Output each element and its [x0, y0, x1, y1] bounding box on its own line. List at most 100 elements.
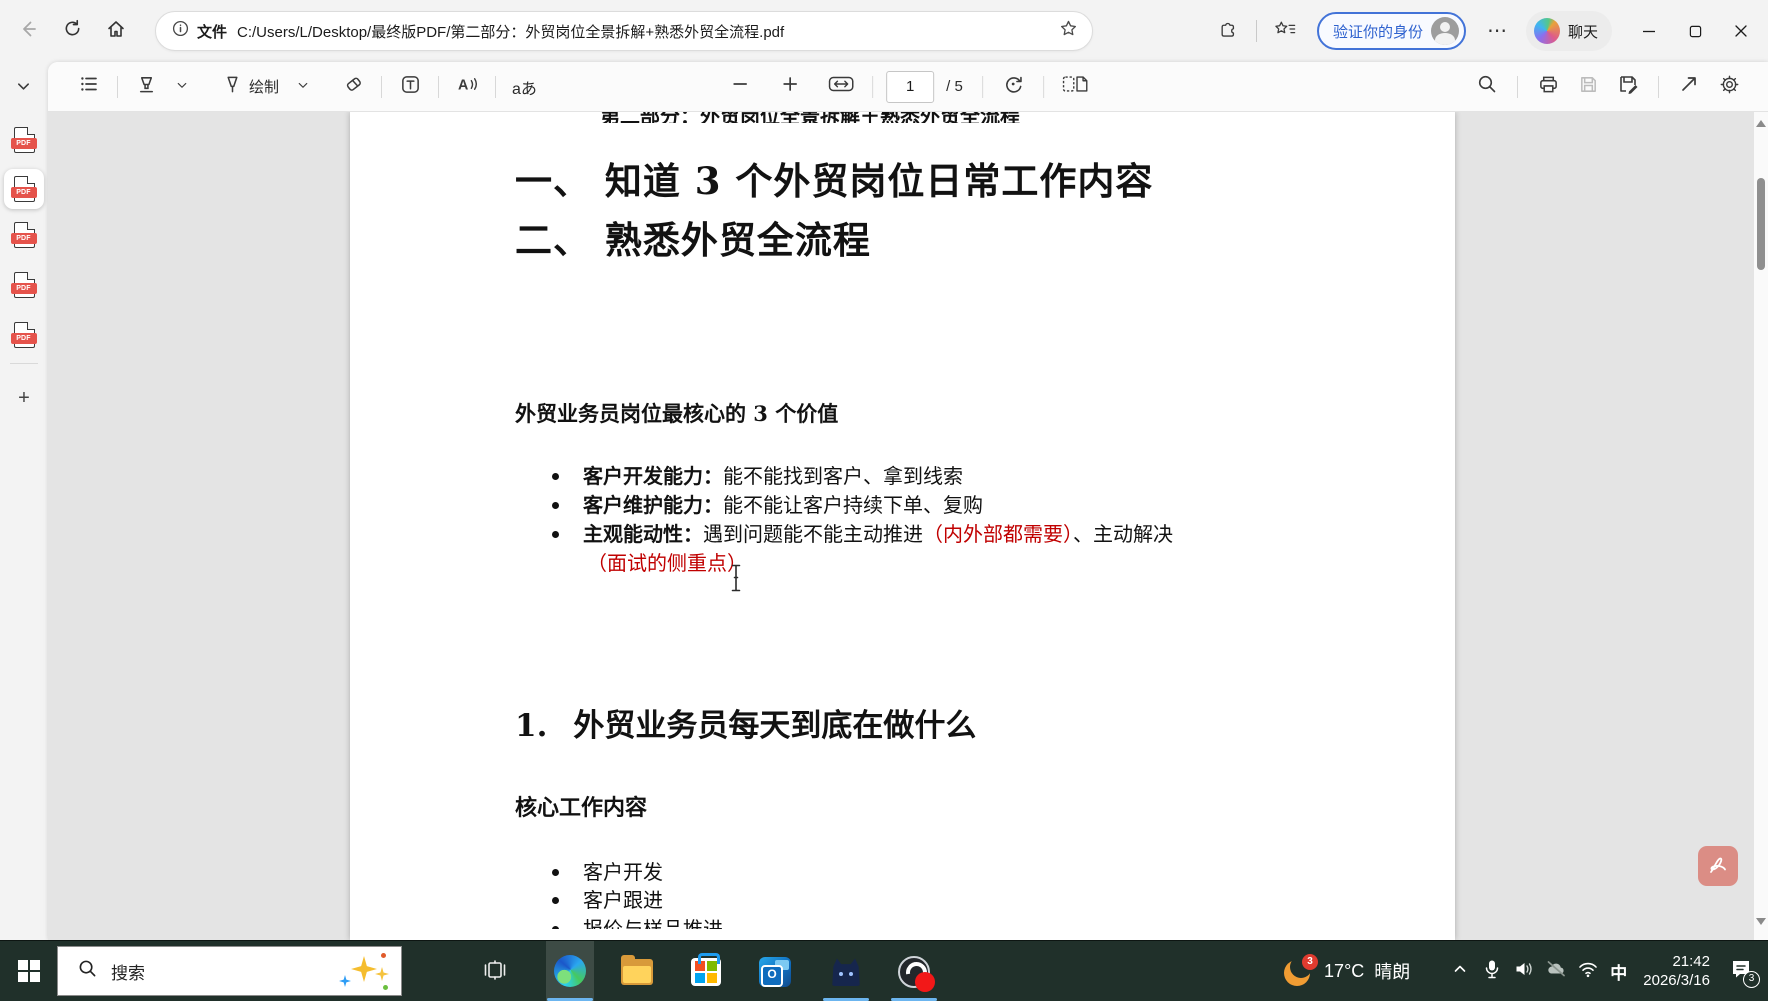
volume-tray-button[interactable]: [1509, 956, 1539, 986]
close-button[interactable]: [1718, 10, 1764, 52]
tabstrip-collapse-button[interactable]: [10, 76, 36, 102]
tab-pdf-4[interactable]: PDF: [4, 265, 44, 305]
fullscreen-button[interactable]: [1672, 70, 1706, 104]
acrobat-overlay-button[interactable]: [1698, 846, 1738, 886]
new-tab-button[interactable]: +: [10, 384, 38, 412]
print-button[interactable]: [1531, 70, 1565, 104]
clipped-text-top: 第二部分：外贸岗位全景拆解＋熟悉外贸全流程: [600, 112, 1160, 123]
favorites-button[interactable]: [1263, 11, 1307, 51]
address-bar[interactable]: 文件 C:/Users/L/Desktop/最终版PDF/第二部分：外贸岗位全景…: [155, 11, 1093, 51]
svg-text:A: A: [457, 77, 467, 93]
fit-to-width-button[interactable]: [823, 70, 859, 104]
start-button[interactable]: [14, 956, 44, 986]
translate-button[interactable]: aあ: [507, 70, 542, 104]
network-tray-button[interactable]: [1573, 956, 1603, 986]
back-button[interactable]: [6, 11, 50, 51]
task-view-button[interactable]: [476, 953, 514, 991]
taskbar-search-box[interactable]: 搜索: [57, 946, 402, 996]
save-icon: [1578, 74, 1599, 100]
save-as-icon: [1617, 73, 1639, 100]
search-document-button[interactable]: [1470, 70, 1504, 104]
bullet-dot: [552, 926, 559, 929]
outlook-icon: [759, 957, 791, 987]
doc-core-bullet-2: 客户跟进: [552, 886, 663, 915]
onedrive-tray-button[interactable]: [1541, 956, 1571, 986]
section-title: 外贸业务员每天到底在做什么: [573, 708, 976, 744]
taskbar-clock[interactable]: 21:42 2026/3/16: [1643, 952, 1710, 990]
pen-icon: [222, 74, 243, 100]
pdf-file-icon: PDF: [14, 322, 35, 348]
highlight-tool-button[interactable]: [129, 70, 163, 104]
zoom-in-button[interactable]: [773, 70, 807, 104]
content-panel: 绘制 A aあ / 5: [48, 62, 1768, 940]
scroll-down-arrow[interactable]: [1756, 918, 1766, 925]
zoom-out-button[interactable]: [723, 70, 757, 104]
extensions-button[interactable]: [1206, 11, 1250, 51]
microphone-icon: [1483, 959, 1501, 984]
taskbar-cat-app-button[interactable]: [827, 953, 865, 991]
maximize-button[interactable]: [1672, 10, 1718, 52]
fit-width-icon: [828, 74, 854, 99]
tab-pdf-5[interactable]: PDF: [4, 315, 44, 355]
page-number-input[interactable]: [886, 71, 934, 103]
settings-button[interactable]: [1712, 70, 1746, 104]
taskbar-explorer-button[interactable]: [618, 953, 656, 991]
puzzle-icon: [1218, 19, 1238, 44]
taskbar-edge-button[interactable]: [546, 941, 594, 1001]
doc-core-bullet-3-clipped: 报价与样品推进: [552, 915, 723, 929]
scroll-up-arrow[interactable]: [1756, 120, 1766, 127]
file-explorer-icon: [621, 959, 653, 985]
file-protocol-label: 文件: [197, 21, 227, 42]
cat-app-icon: [831, 958, 861, 986]
search-icon: [1477, 74, 1497, 99]
verify-identity-button[interactable]: 验证你的身份: [1317, 12, 1466, 50]
scrollbar[interactable]: [1754, 112, 1768, 940]
scrollbar-thumb[interactable]: [1757, 178, 1765, 270]
toolbar-separator: [438, 76, 439, 98]
save-as-button[interactable]: [1611, 70, 1645, 104]
add-favorite-star-icon[interactable]: [1059, 19, 1078, 43]
draw-options-chevron[interactable]: [286, 70, 320, 104]
taskbar-outlook-button[interactable]: [756, 953, 794, 991]
more-menu-button[interactable]: ⋯: [1476, 11, 1520, 51]
bullet-text: 客户跟进: [583, 886, 663, 915]
weather-temperature[interactable]: 17°C: [1324, 961, 1364, 982]
bullet-text: 、主动解决: [1073, 522, 1173, 546]
taskbar-store-button[interactable]: [687, 953, 725, 991]
pdf-toolbar-right: [1470, 70, 1746, 104]
doc-section-heading: 1.外贸业务员每天到底在做什么: [515, 700, 976, 745]
eraser-icon: [343, 74, 364, 100]
tab-pdf-3[interactable]: PDF: [4, 215, 44, 255]
pdf-page: 第二部分：外贸岗位全景拆解＋熟悉外贸全流程 一、 知道 3 个外贸岗位日常工作内…: [350, 112, 1455, 940]
ime-indicator[interactable]: 中: [1610, 959, 1627, 984]
page-view-button[interactable]: [1057, 70, 1093, 104]
tray-expand-button[interactable]: [1445, 956, 1475, 986]
doc-red-note: （面试的侧重点）: [587, 549, 747, 578]
add-text-button[interactable]: [393, 70, 427, 104]
read-aloud-button[interactable]: A: [450, 70, 484, 104]
tab-pdf-1[interactable]: PDF: [4, 120, 44, 160]
minimize-button[interactable]: [1626, 10, 1672, 52]
draw-tool-button[interactable]: 绘制: [217, 70, 284, 104]
weather-description[interactable]: 晴朗: [1374, 958, 1410, 984]
rotate-button[interactable]: [996, 70, 1030, 104]
taskbar-obs-button[interactable]: [895, 953, 933, 991]
notification-center-button[interactable]: 3: [1724, 954, 1758, 988]
bullet-text: 遇到问题能不能主动推进: [703, 522, 923, 546]
doc-core-bullet-1: 客户开发: [552, 858, 663, 887]
refresh-button[interactable]: [50, 11, 94, 51]
toolbar-separator: [495, 76, 496, 98]
toolbar-separator: [1517, 76, 1518, 98]
copilot-chat-button[interactable]: 聊天: [1526, 11, 1612, 51]
copilot-sparkle-icon: [337, 951, 385, 991]
pdf-file-icon: PDF: [14, 127, 35, 153]
weather-widget-icon[interactable]: 3: [1284, 956, 1314, 986]
edge-icon: [554, 955, 586, 987]
home-button[interactable]: [94, 11, 138, 51]
toc-button[interactable]: [72, 70, 106, 104]
tab-pdf-2-active[interactable]: PDF: [4, 169, 44, 209]
microphone-tray-button[interactable]: [1477, 956, 1507, 986]
pdf-viewport[interactable]: 第二部分：外贸岗位全景拆解＋熟悉外贸全流程 一、 知道 3 个外贸岗位日常工作内…: [48, 112, 1768, 940]
highlight-options-chevron[interactable]: [165, 70, 199, 104]
erase-tool-button[interactable]: [336, 70, 370, 104]
